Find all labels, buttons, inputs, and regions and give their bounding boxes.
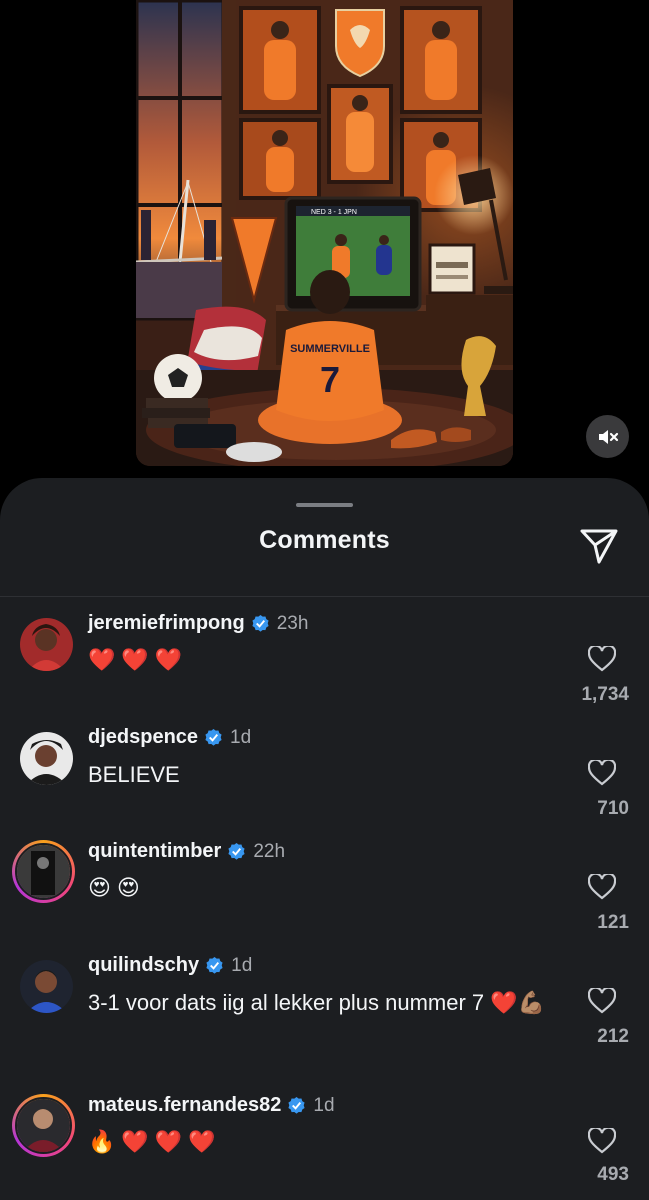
like-count: 121 [597,912,629,933]
divider [0,596,649,597]
comment-time: 23h [276,612,309,634]
comment-username[interactable]: djedspence [88,726,198,749]
comment-text: ❤️❤️❤️ [88,648,189,673]
comments-sheet: Comments jeremiefrimpong 23h ❤️❤️❤️ 1,73… [0,478,649,1200]
speaker-muted-icon [598,429,618,444]
like-count: 1,734 [581,684,629,705]
comment-text: 3-1 voor dats iig al lekker plus nummer … [88,990,546,1015]
comment-username[interactable]: mateus.fernandes82 [88,1094,281,1117]
verified-badge-icon [252,614,269,632]
media-area: NED 3 - 1 JPN SUMMERVILLE 7 [0,0,649,478]
post-image[interactable]: NED 3 - 1 JPN SUMMERVILLE 7 [136,0,513,466]
verified-badge-icon [206,956,223,974]
avatar-image [20,732,73,785]
share-button[interactable] [578,524,620,566]
comment-header: djedspence 1d [88,726,251,749]
avatar-image [17,845,70,898]
heart-outline-icon[interactable] [588,874,616,900]
avatar[interactable] [20,732,73,785]
sheet-grabber[interactable] [296,503,353,507]
jersey-name: SUMMERVILLE [290,343,370,355]
comment-header: quintentimber 22h [88,840,285,863]
comment-text: BELIEVE [88,762,180,787]
avatar-image [20,960,73,1013]
avatar[interactable] [20,618,73,671]
jersey-number: 7 [320,359,340,400]
heart-outline-icon[interactable] [588,646,616,672]
comment-time: 22h [253,840,286,862]
comment-text: 🔥❤️❤️❤️ [88,1130,222,1155]
heart-outline-icon[interactable] [588,1128,616,1154]
sheet-title: Comments [259,526,390,554]
mute-button[interactable] [586,415,629,458]
comment-text: 😍😍 [88,876,146,901]
comment-time: 1d [230,726,252,748]
post-illustration: NED 3 - 1 JPN SUMMERVILLE 7 [136,0,513,466]
paper-plane-icon [580,529,618,564]
comment-header: quilindschy 1d [88,954,252,977]
tv-scoreboard: NED 3 - 1 JPN [311,209,357,216]
comment-header: mateus.fernandes82 1d [88,1094,335,1117]
comment-time: 1d [231,954,253,976]
avatar-image [20,618,73,671]
verified-badge-icon [288,1096,305,1114]
heart-outline-icon[interactable] [588,988,616,1014]
verified-badge-icon [228,842,245,860]
avatar-image [17,1099,70,1152]
like-count: 493 [597,1164,629,1185]
avatar[interactable] [20,960,73,1013]
comment-username[interactable]: jeremiefrimpong [88,612,245,635]
comment-username[interactable]: quilindschy [88,954,199,977]
comment-username[interactable]: quintentimber [88,840,221,863]
comment-time: 1d [313,1094,335,1116]
avatar-with-story-ring[interactable] [12,840,75,903]
comment-header: jeremiefrimpong 23h [88,612,308,635]
like-count: 212 [597,1026,629,1047]
heart-outline-icon[interactable] [588,760,616,786]
avatar-with-story-ring[interactable] [12,1094,75,1157]
verified-badge-icon [205,728,222,746]
like-count: 710 [597,798,629,819]
